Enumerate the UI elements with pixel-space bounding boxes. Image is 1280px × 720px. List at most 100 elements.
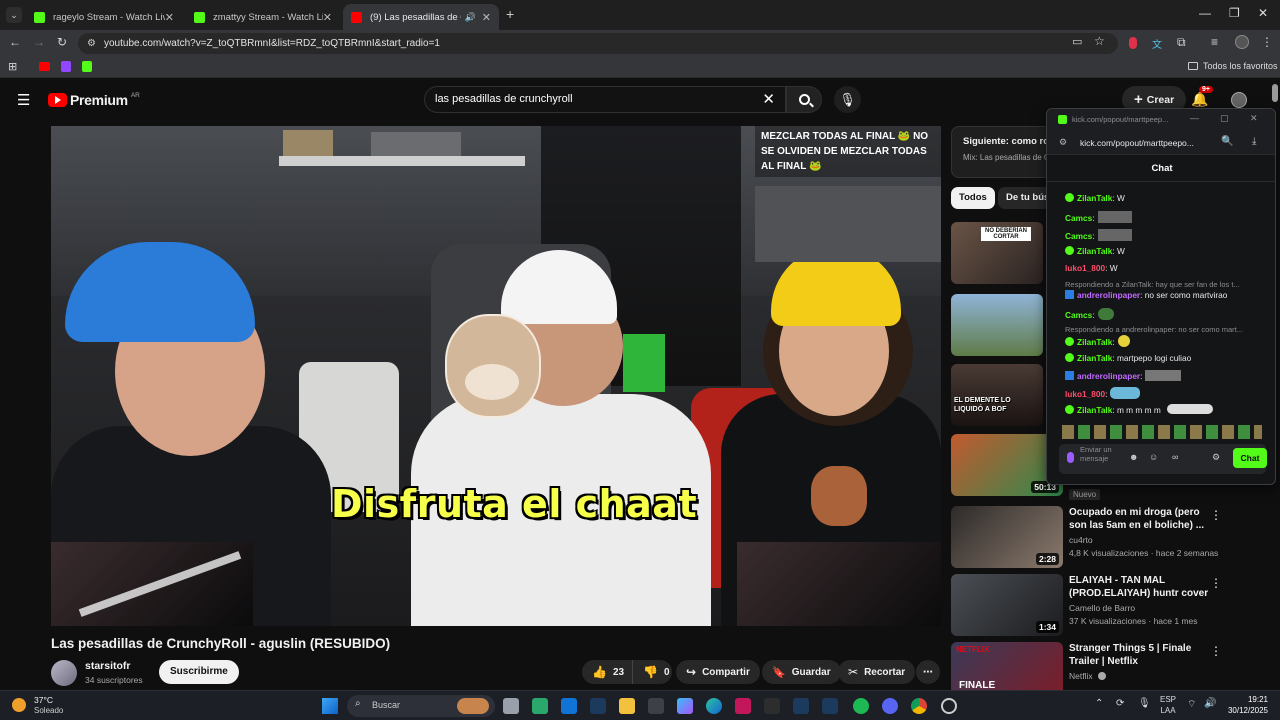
chat-username[interactable]: ZilanTalk	[1077, 246, 1112, 256]
chat-username[interactable]: Camcs	[1065, 310, 1092, 320]
rec-thumbnail[interactable]: NETFLIX FINALE	[951, 642, 1063, 690]
extensions-puzzle-icon[interactable]: ⧉	[1177, 35, 1186, 50]
chrome-icon[interactable]	[911, 698, 927, 714]
app-icon[interactable]	[532, 698, 548, 714]
rec-channel[interactable]: cu4rto	[1069, 535, 1093, 545]
zoom-icon[interactable]: 🔍	[1221, 136, 1233, 147]
cast-icon[interactable]: ▭	[1072, 35, 1082, 48]
chat-username[interactable]: ZilanTalk	[1077, 405, 1112, 415]
tab-close-icon[interactable]: ✕	[323, 11, 332, 24]
minimize-icon[interactable]: —	[1199, 6, 1211, 20]
dislike-button[interactable]: 👎 0	[632, 660, 672, 684]
microphone-tray-icon[interactable]: 🎙	[1138, 698, 1151, 709]
rec-thumbnail[interactable]: 1:34	[951, 574, 1063, 636]
tab-close-icon[interactable]: ✕	[165, 11, 174, 24]
bookmark-twitch-icon[interactable]	[61, 61, 71, 72]
back-icon[interactable]: ←	[9, 35, 21, 49]
new-tab-icon[interactable]: +	[506, 6, 514, 22]
chat-username[interactable]: andrerolinpaper	[1077, 290, 1140, 300]
chat-username[interactable]: Camcs	[1065, 213, 1092, 223]
app-icon[interactable]	[764, 698, 780, 714]
restore-icon[interactable]: ❐	[1229, 6, 1240, 20]
more-actions-button[interactable]: ⋯	[916, 660, 940, 684]
steam-icon[interactable]	[590, 698, 606, 714]
mic-icon[interactable]	[1067, 452, 1074, 463]
share-button[interactable]: ↪ Compartir	[676, 660, 760, 684]
rec-thumbnail[interactable]: EL DEMENTE LO LIQUIDÓ A BOF	[951, 364, 1043, 426]
volume-icon[interactable]: 🔊	[1204, 698, 1216, 709]
tray-overflow-icon[interactable]: ⌃	[1095, 698, 1103, 709]
playlist-panel[interactable]: Siguiente: como roe Mix: Las pesadillas …	[951, 126, 1061, 178]
chip-all[interactable]: Todos	[951, 187, 995, 209]
send-chat-button[interactable]: Chat	[1233, 448, 1267, 468]
tab-search-icon[interactable]: ⌄	[6, 7, 22, 23]
outlook-icon[interactable]	[561, 698, 577, 714]
audio-playing-icon[interactable]: 🔊	[465, 12, 476, 23]
bookmark-youtube-icon[interactable]	[39, 62, 50, 71]
chat-username[interactable]: ZilanTalk	[1077, 353, 1112, 363]
channel-avatar[interactable]	[51, 660, 77, 686]
youtube-logo[interactable]: Premium AR	[48, 92, 140, 108]
all-bookmarks-folder[interactable]: Todos los favoritos	[1188, 61, 1278, 71]
task-view-icon[interactable]	[503, 698, 519, 714]
chat-settings-icon[interactable]: ∞	[1172, 452, 1178, 462]
browser-menu-icon[interactable]: ⋮	[1261, 35, 1273, 49]
chip-from-search[interactable]: De tu bús	[998, 187, 1048, 209]
rec-more-icon[interactable]: ⋮	[1210, 576, 1222, 590]
save-button[interactable]: 🔖 Guardar	[762, 660, 841, 684]
chat-username[interactable]: andrerolinpaper	[1077, 371, 1140, 381]
rec-thumbnail[interactable]	[951, 294, 1043, 356]
rec-title[interactable]: Ocupado en mi droga (pero son las 5am en…	[1069, 506, 1209, 532]
browser-tab-youtube[interactable]: (9) Las pesadillas de Crunch 🔊 ✕	[343, 4, 499, 30]
popout-minimize-icon[interactable]: —	[1190, 113, 1199, 123]
rec-title[interactable]: ELAIYAH - TAN MAL (PROD.ELAIYAH) huntr c…	[1069, 574, 1209, 600]
media-control-icon[interactable]: ≡	[1211, 35, 1218, 49]
language-indicator[interactable]: ESP LAA	[1160, 694, 1176, 716]
bookmark-star-icon[interactable]: ☆	[1094, 34, 1105, 48]
channel-name[interactable]: starsitofr	[85, 660, 131, 672]
chat-username[interactable]: luko1_800	[1065, 263, 1105, 273]
popout-maximize-icon[interactable]: ▢	[1220, 113, 1229, 124]
chat-username[interactable]: ZilanTalk	[1077, 193, 1112, 203]
rec-more-icon[interactable]: ⋮	[1210, 644, 1222, 658]
page-scrollbar[interactable]	[1272, 84, 1278, 102]
search-button[interactable]	[786, 86, 822, 113]
tray-app-icon[interactable]: ⟳	[1116, 698, 1124, 709]
network-icon[interactable]: ⌔	[1187, 698, 1196, 711]
extension-translate-icon[interactable]: 文	[1152, 36, 1164, 51]
clock[interactable]: 19:21 30/12/2025	[1226, 694, 1268, 716]
hamburger-menu-icon[interactable]: ☰	[17, 91, 30, 109]
emoji-icon[interactable]: ☺	[1149, 452, 1158, 462]
clear-search-icon[interactable]: ✕	[762, 87, 775, 112]
rec-more-icon[interactable]: ⋮	[1210, 508, 1222, 522]
file-explorer-icon[interactable]	[619, 698, 635, 714]
emote-bar[interactable]	[1062, 425, 1262, 439]
app-icon[interactable]	[735, 698, 751, 714]
app-icon[interactable]	[941, 698, 957, 714]
steam-icon[interactable]	[822, 698, 838, 714]
spotify-icon[interactable]	[853, 698, 869, 714]
gear-icon[interactable]: ⚙	[1212, 452, 1220, 463]
voice-search-button[interactable]: 🎙	[834, 86, 861, 113]
rec-thumbnail[interactable]: NO DEBERÍAN CORTAR	[951, 222, 1043, 284]
rec-title[interactable]: Stranger Things 5 | Finale Trailer | Net…	[1069, 642, 1209, 668]
window-close-icon[interactable]: ✕	[1258, 6, 1268, 20]
browser-tab-zmattyy[interactable]: zmattyy Stream - Watch Live on ✕	[186, 4, 340, 30]
chat-username[interactable]: Camcs	[1065, 231, 1092, 241]
extension-red-icon[interactable]	[1129, 37, 1137, 49]
site-settings-icon[interactable]: ⚙	[1059, 137, 1067, 148]
video-player[interactable]: MEZCLAR TODAS AL FINAL 🐸 NO SE OLVIDEN D…	[51, 126, 941, 626]
kick-chat-popout[interactable]: kick.com/popout/marttpeep... — ▢ ✕ ⚙ kic…	[1046, 108, 1276, 485]
like-button[interactable]: 👍 23	[582, 660, 632, 684]
rec-thumbnail[interactable]: 2:28	[951, 506, 1063, 568]
copilot-icon[interactable]	[677, 698, 693, 714]
rec-channel[interactable]: Camello de Barro	[1069, 603, 1135, 613]
popout-close-icon[interactable]: ✕	[1250, 113, 1258, 124]
chat-username[interactable]: luko1_800	[1065, 389, 1105, 399]
tab-close-icon[interactable]: ✕	[482, 11, 491, 24]
start-button[interactable]	[322, 698, 338, 714]
steam-icon[interactable]	[793, 698, 809, 714]
subscribe-button[interactable]: Suscribirme	[159, 660, 239, 684]
taskbar-search[interactable]: ⌕ Buscar	[347, 695, 495, 717]
reload-icon[interactable]: ↻	[57, 35, 67, 49]
